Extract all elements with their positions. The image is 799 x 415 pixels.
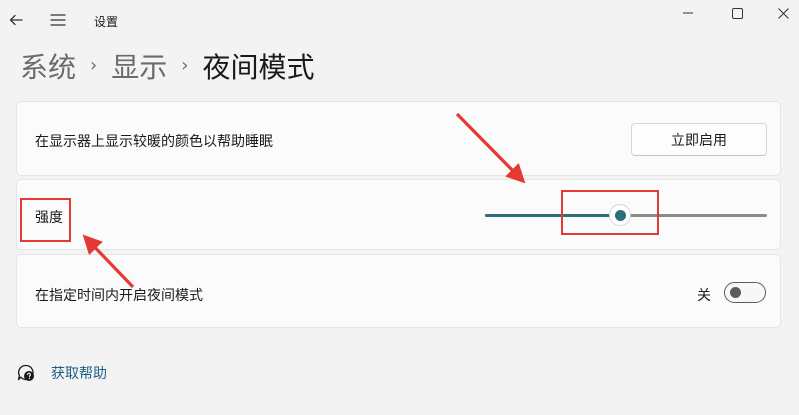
- settings-window: 设置 系统 › 显示 › 夜间模式 在显示器上显示较暖的颜色以帮助睡眠 立即启用: [0, 0, 799, 415]
- arrow-to-slider: [455, 112, 526, 184]
- arrow-to-strength-label: [82, 234, 135, 289]
- annotation-arrows: [82, 112, 526, 289]
